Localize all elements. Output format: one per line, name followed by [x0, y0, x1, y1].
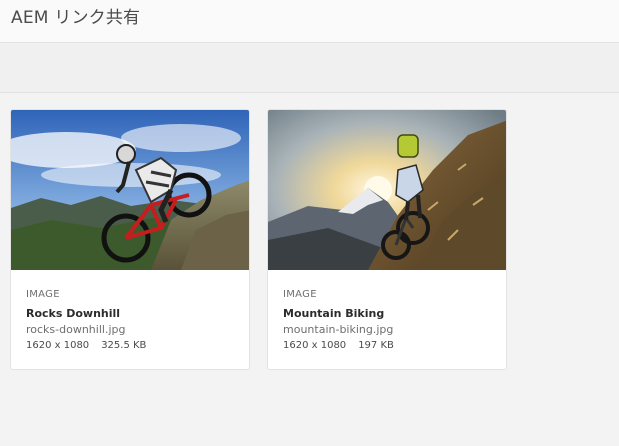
mountain-bike-photo [11, 110, 249, 270]
asset-size: 325.5 KB [101, 340, 147, 351]
asset-dimensions: 1620 x 1080 [283, 340, 347, 351]
toolbar [0, 44, 619, 93]
asset-metadata: IMAGE Mountain Biking mountain-biking.jp… [283, 288, 498, 353]
mountain-bike-photo [268, 110, 506, 270]
asset-filename: rocks-downhill.jpg [26, 323, 126, 336]
asset-type: IMAGE [26, 289, 60, 300]
asset-details: 1620 x 1080 197 KB [283, 339, 498, 353]
asset-card-rocks-downhill[interactable]: IMAGE Rocks Downhill rocks-downhill.jpg … [10, 109, 250, 370]
asset-details: 1620 x 1080 325.5 KB [26, 339, 241, 353]
asset-title[interactable]: Mountain Biking [283, 306, 498, 321]
asset-type: IMAGE [283, 289, 317, 300]
asset-card-mountain-biking[interactable]: IMAGE Mountain Biking mountain-biking.jp… [267, 109, 507, 370]
asset-grid: IMAGE Rocks Downhill rocks-downhill.jpg … [0, 93, 619, 446]
asset-filename: mountain-biking.jpg [283, 323, 394, 336]
app-header: AEM リンク共有 [0, 0, 619, 43]
asset-dimensions: 1620 x 1080 [26, 340, 90, 351]
asset-title[interactable]: Rocks Downhill [26, 306, 241, 321]
page-title: AEM リンク共有 [11, 8, 141, 28]
asset-metadata: IMAGE Rocks Downhill rocks-downhill.jpg … [26, 288, 241, 353]
asset-thumbnail[interactable] [11, 110, 249, 270]
asset-thumbnail[interactable] [268, 110, 506, 270]
asset-size: 197 KB [358, 340, 394, 351]
